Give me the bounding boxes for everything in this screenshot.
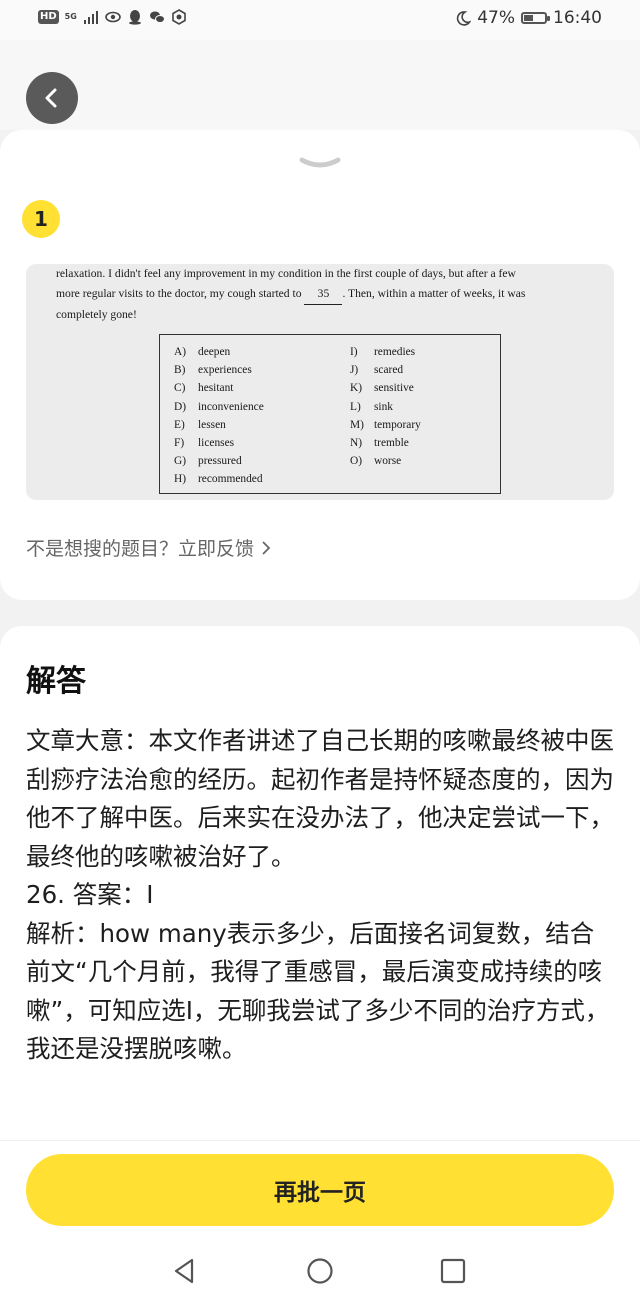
word-option: L) sink: [350, 400, 393, 413]
word-option: D) inconvenience: [174, 400, 264, 413]
battery-percent: 47%: [477, 8, 515, 28]
word-option: J) scared: [350, 364, 404, 377]
nav-back-icon[interactable]: [170, 1256, 200, 1286]
status-right: 47% 16:40: [455, 8, 602, 28]
answer-paragraph: 解析：how many表示多少，后面接名词复数，结合前文“几个月前，我得了重感冒…: [26, 918, 610, 1064]
status-bar: HD 5G 47% 16:40: [0, 0, 640, 40]
word-option: M) temporary: [350, 418, 421, 431]
signal-icon: [83, 11, 98, 24]
question-number-badge: 1: [22, 200, 60, 238]
app-shield-icon: [171, 9, 186, 25]
word-bank-left: A) deepen B) experiences C) hesitant D) inco…: [174, 343, 264, 489]
clock: 16:40: [553, 8, 602, 28]
word-option: F) licenses: [174, 436, 235, 449]
moon-icon: [457, 11, 472, 26]
feedback-label: 不是想搜的题目？立即反馈: [26, 538, 255, 560]
word-bank-right: I) remedies J) scared K) sensitive L) sink M…: [350, 343, 421, 470]
word-option: O) worse: [350, 455, 402, 468]
battery-icon: [521, 12, 550, 24]
answer-paragraph: 文章大意：本文作者讲述了自己长期的咳嗽最终被中医刮痧疗法治愈的经历。起初作者是持…: [26, 726, 614, 871]
word-option: K) sensitive: [350, 382, 414, 395]
back-button[interactable]: [26, 72, 78, 124]
passage-line: more regular visits to the doctor, my co…: [56, 284, 596, 305]
qq-icon: [128, 10, 141, 25]
chevron-down-icon[interactable]: [298, 154, 342, 174]
nav-home-icon[interactable]: [305, 1256, 335, 1286]
word-option: G) pressured: [174, 455, 242, 468]
word-option: I) remedies: [350, 346, 416, 358]
network-label: 5G: [64, 12, 77, 21]
answer-body: 文章大意：本文作者讲述了自己长期的咳嗽最终被中医刮痧疗法治愈的经历。起初作者是持…: [26, 722, 618, 1069]
passage-line: completely gone!: [56, 308, 137, 321]
word-option: N) tremble: [350, 436, 409, 449]
passage-line: relaxation. I didn't feel any improvemen…: [56, 267, 516, 280]
word-bank: A) deepen B) experiences C) hesitant D) inco…: [159, 334, 501, 494]
blank-number: 35: [304, 284, 343, 305]
word-option: C) hesitant: [174, 382, 234, 395]
nav-recents-icon[interactable]: [438, 1256, 468, 1286]
status-left: HD 5G: [38, 9, 187, 25]
answer-title: 解答: [26, 664, 86, 699]
word-option: H) recommended: [174, 473, 263, 486]
next-page-button[interactable]: 再批一页: [26, 1154, 614, 1226]
system-nav-bar: [0, 1240, 640, 1306]
chevron-right-icon: [262, 540, 271, 555]
passage-text: relaxation. I didn't feel any improvemen…: [56, 264, 596, 325]
header: [0, 40, 640, 130]
word-option: E) lessen: [174, 418, 226, 431]
wechat-icon: [149, 11, 165, 23]
word-option: A) deepen: [174, 346, 231, 358]
word-option: B) experiences: [174, 364, 252, 377]
hd-badge: HD: [38, 10, 59, 24]
question-scan-image[interactable]: relaxation. I didn't feel any improvemen…: [26, 264, 614, 500]
feedback-link[interactable]: 不是想搜的题目？立即反馈: [26, 534, 272, 561]
answer-paragraph: 26. 答案：I: [26, 880, 154, 909]
chevron-left-icon: [45, 88, 57, 108]
battery-level: [524, 15, 534, 21]
eye-icon: [104, 11, 121, 23]
